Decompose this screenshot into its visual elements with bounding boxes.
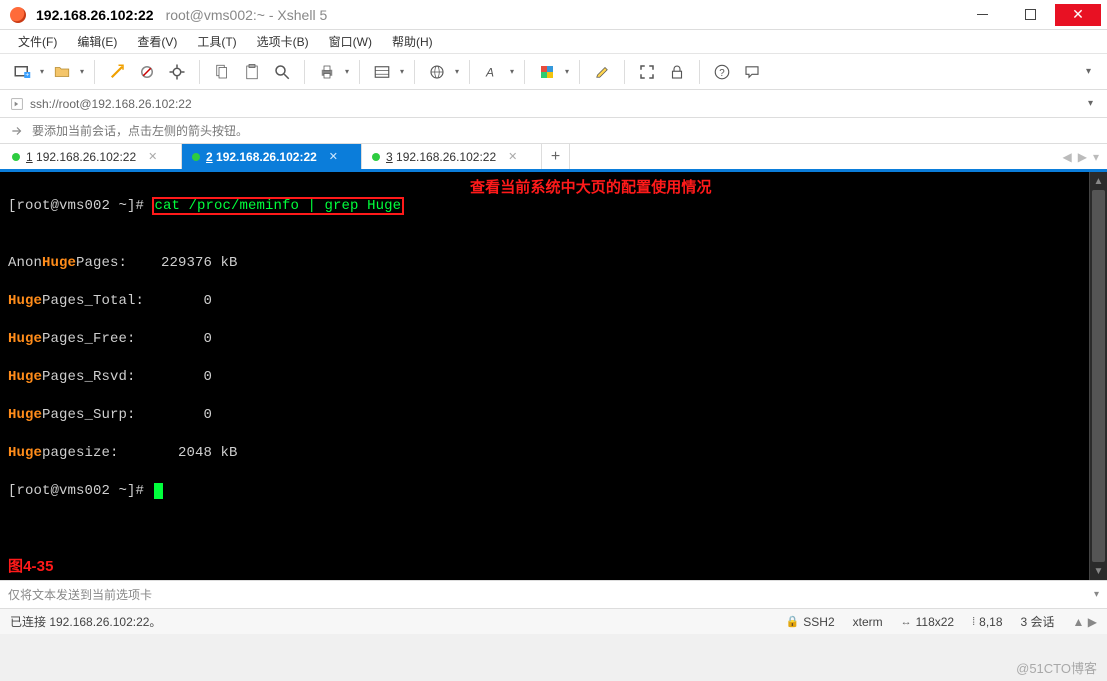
address-dropdown-icon[interactable]: ▾ <box>1088 98 1097 109</box>
command-highlight: cat /proc/meminfo | grep Huge <box>153 198 404 214</box>
menu-help[interactable]: 帮助(H) <box>384 31 441 52</box>
status-cursor-pos: ⁞8,18 <box>972 615 1002 629</box>
scroll-down-icon[interactable]: ▼ <box>1090 562 1107 580</box>
cursor-icon <box>154 483 163 499</box>
address-bar: ssh://root@192.168.26.102:22 ▾ <box>0 90 1107 118</box>
input-dropdown-icon[interactable]: ▾ <box>1094 589 1099 600</box>
toolbar-overflow-icon[interactable]: ▾ <box>1086 66 1099 77</box>
paste-icon[interactable] <box>238 58 266 86</box>
close-button[interactable]: ✕ <box>1055 4 1101 26</box>
session-tab-2[interactable]: 2 192.168.26.102:22 ✕ <box>182 144 362 169</box>
dropdown-icon[interactable]: ▾ <box>453 67 461 76</box>
highlight-icon[interactable] <box>588 58 616 86</box>
status-bar: 已连接 192.168.26.102:22。 🔒SSH2 xterm ↔118x… <box>0 608 1107 634</box>
tab-strip: 1 192.168.26.102:22 ✕ 2 192.168.26.102:2… <box>0 144 1107 172</box>
output-line: AnonHugePages: 229376 kB <box>8 254 1103 273</box>
tab-menu-icon[interactable]: ▾ <box>1093 150 1099 164</box>
output-line: HugePages_Surp: 0 <box>8 406 1103 425</box>
copy-icon[interactable] <box>208 58 236 86</box>
svg-text:+: + <box>25 71 29 78</box>
tab-close-icon[interactable]: ✕ <box>329 150 338 163</box>
arrow-add-icon[interactable] <box>10 124 24 138</box>
dropdown-icon[interactable]: ▾ <box>508 67 516 76</box>
lock-icon: 🔒 <box>786 615 800 628</box>
shell-prompt: [root@vms002 ~]# <box>8 483 153 499</box>
globe-icon[interactable] <box>423 58 451 86</box>
new-session-icon[interactable]: + <box>8 58 36 86</box>
session-tab-3[interactable]: 3 192.168.26.102:22 ✕ <box>362 144 542 169</box>
terminal[interactable]: [root@vms002 ~]# cat /proc/meminfo | gre… <box>0 172 1107 580</box>
address-text[interactable]: ssh://root@192.168.26.102:22 <box>30 97 192 111</box>
status-dot-icon <box>12 153 20 161</box>
tab-close-icon[interactable]: ✕ <box>148 150 157 163</box>
encoding-icon[interactable] <box>368 58 396 86</box>
svg-text:A: A <box>485 65 494 79</box>
dropdown-icon[interactable]: ▾ <box>343 67 351 76</box>
lock-icon[interactable] <box>663 58 691 86</box>
status-protocol: 🔒SSH2 <box>786 615 835 629</box>
reconnect-icon[interactable] <box>103 58 131 86</box>
chat-icon[interactable] <box>738 58 766 86</box>
hint-text: 要添加当前会话，点击左侧的箭头按钮。 <box>32 122 248 139</box>
open-icon[interactable] <box>48 58 76 86</box>
shell-prompt: [root@vms002 ~]# <box>8 198 153 214</box>
scroll-thumb[interactable] <box>1092 190 1105 562</box>
size-icon: ↔ <box>901 616 912 628</box>
app-icon <box>10 7 26 23</box>
status-menu-icon[interactable]: ▲ ▶ <box>1073 615 1097 629</box>
status-size: ↔118x22 <box>901 615 954 629</box>
dropdown-icon[interactable]: ▾ <box>398 67 406 76</box>
title-bar: 192.168.26.102:22 root@vms002:~ - Xshell… <box>0 0 1107 30</box>
output-line: HugePages_Free: 0 <box>8 330 1103 349</box>
send-input-bar[interactable]: 仅将文本发送到当前选项卡 ▾ <box>0 580 1107 608</box>
status-dot-icon <box>192 153 200 161</box>
properties-icon[interactable] <box>163 58 191 86</box>
print-icon[interactable] <box>313 58 341 86</box>
color-scheme-icon[interactable] <box>533 58 561 86</box>
maximize-button[interactable] <box>1007 4 1053 26</box>
figure-label: 图4-35 <box>8 557 54 576</box>
minimize-button[interactable] <box>959 4 1005 26</box>
session-tab-1[interactable]: 1 192.168.26.102:22 ✕ <box>2 144 182 169</box>
font-icon[interactable]: A <box>478 58 506 86</box>
dropdown-icon[interactable]: ▾ <box>563 67 571 76</box>
output-line: HugePages_Rsvd: 0 <box>8 368 1103 387</box>
window-title-sub: root@vms002:~ - Xshell 5 <box>166 7 328 23</box>
disconnect-icon[interactable] <box>133 58 161 86</box>
svg-text:?: ? <box>719 67 725 78</box>
window-title-main: 192.168.26.102:22 <box>36 7 154 23</box>
output-line: Hugepagesize: 2048 kB <box>8 444 1103 463</box>
menu-tools[interactable]: 工具(T) <box>189 31 244 52</box>
tab-prev-icon[interactable]: ◀ <box>1063 150 1072 164</box>
menu-window[interactable]: 窗口(W) <box>321 31 380 52</box>
new-tab-button[interactable]: + <box>542 144 570 169</box>
help-icon[interactable]: ? <box>708 58 736 86</box>
terminal-wrap: [root@vms002 ~]# cat /proc/meminfo | gre… <box>0 172 1107 580</box>
bookmark-arrow-icon[interactable] <box>10 97 24 111</box>
dropdown-icon[interactable]: ▾ <box>38 67 46 76</box>
status-dot-icon <box>372 153 380 161</box>
scroll-up-icon[interactable]: ▲ <box>1090 172 1107 190</box>
tab-next-icon[interactable]: ▶ <box>1078 150 1087 164</box>
menu-edit[interactable]: 编辑(E) <box>69 31 125 52</box>
scrollbar[interactable]: ▲ ▼ <box>1089 172 1107 580</box>
menu-view[interactable]: 查看(V) <box>129 31 185 52</box>
hint-bar: 要添加当前会话，点击左侧的箭头按钮。 <box>0 118 1107 144</box>
find-icon[interactable] <box>268 58 296 86</box>
menu-file[interactable]: 文件(F) <box>10 31 65 52</box>
menu-bar: 文件(F) 编辑(E) 查看(V) 工具(T) 选项卡(B) 窗口(W) 帮助(… <box>0 30 1107 54</box>
input-placeholder: 仅将文本发送到当前选项卡 <box>8 586 152 603</box>
fullscreen-icon[interactable] <box>633 58 661 86</box>
pos-icon: ⁞ <box>972 616 975 628</box>
status-connection: 已连接 192.168.26.102:22。 <box>10 613 161 630</box>
status-sessions: 3 会话 <box>1021 613 1055 630</box>
toolbar: + ▾ ▾ ▾ ▾ ▾ A ▾ ▾ ? ▾ <box>0 54 1107 90</box>
watermark: @51CTO博客 <box>1016 658 1097 677</box>
menu-tabs[interactable]: 选项卡(B) <box>249 31 317 52</box>
tab-close-icon[interactable]: ✕ <box>508 150 517 163</box>
status-term-type: xterm <box>853 615 883 629</box>
annotation-text: 查看当前系统中大页的配置使用情况 <box>470 178 712 197</box>
dropdown-icon[interactable]: ▾ <box>78 67 86 76</box>
output-line: HugePages_Total: 0 <box>8 292 1103 311</box>
